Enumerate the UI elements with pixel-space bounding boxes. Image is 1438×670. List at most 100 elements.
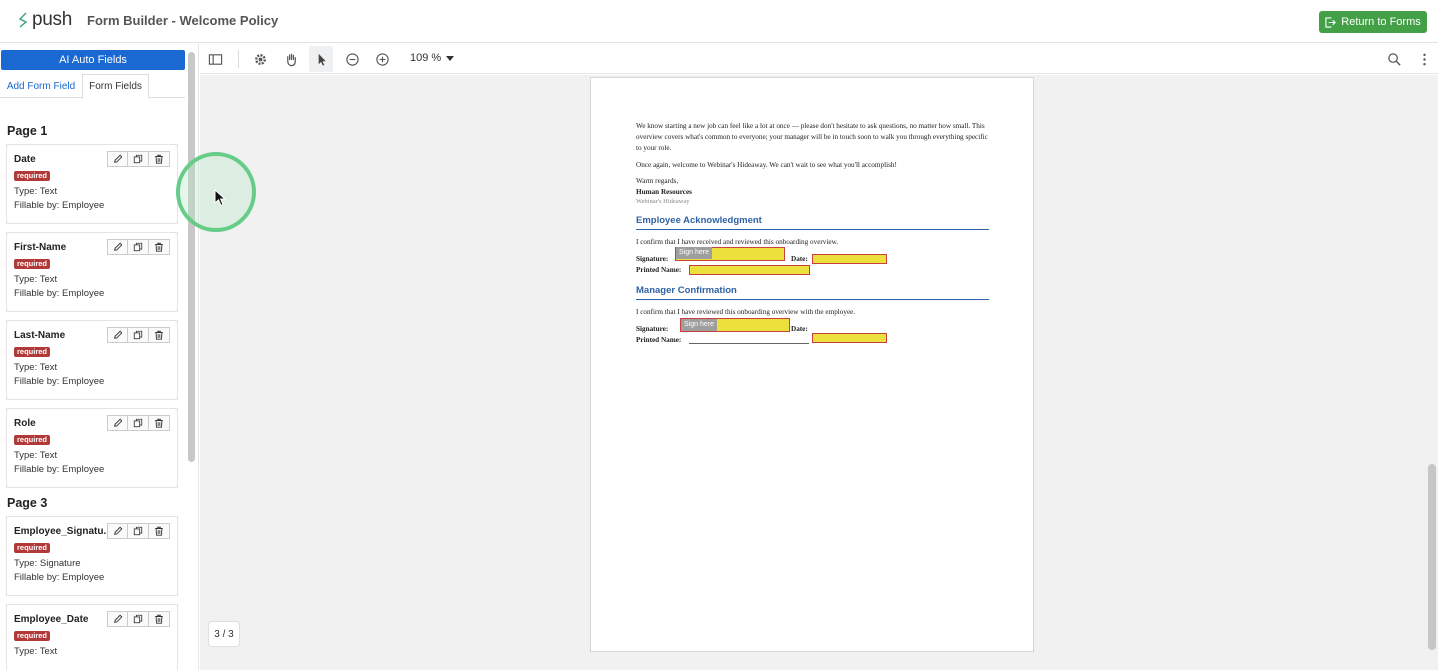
field-fillable-by: Fillable by: Employee [14, 572, 105, 583]
zoom-select[interactable]: 109 % [410, 52, 455, 64]
field-actions [107, 151, 170, 167]
viewer-scrollbar[interactable] [1428, 464, 1436, 650]
signer-text: Human Resources [636, 188, 692, 196]
field-fillable-by: Fillable by: Employee [14, 288, 105, 299]
page-title: Form Builder - Welcome Policy [87, 13, 279, 28]
field-fillable-by: Fillable by: Employee [14, 464, 105, 475]
duplicate-icon[interactable] [128, 327, 149, 343]
company-text: Webinar's Hideaway [636, 198, 690, 205]
field-card[interactable]: Role required Type: Text Fillable by: Emplo… [6, 408, 178, 488]
manager-confirmation-heading: Manager Confirmation [636, 285, 989, 300]
field-fillable-by: Fillable by: Employee [14, 200, 105, 211]
page-heading: Page 3 [7, 496, 48, 510]
required-badge: required [14, 259, 51, 269]
delete-icon[interactable] [149, 415, 170, 431]
edit-icon[interactable] [107, 611, 128, 627]
edit-icon[interactable] [107, 239, 128, 255]
manager-sign-here-tag: Sign here [681, 319, 717, 331]
field-name: Employee_Date [14, 614, 89, 625]
field-fillable-by: Fillable by: Employee [14, 376, 105, 387]
delete-icon[interactable] [149, 523, 170, 539]
delete-icon[interactable] [149, 611, 170, 627]
page-counter: 3 / 3 [208, 621, 240, 647]
sidebar-toggle-icon[interactable] [205, 49, 225, 69]
field-type: Type: Signature [14, 558, 81, 569]
return-to-forms-label: Return to Forms [1341, 16, 1421, 28]
page-heading: Page 1 [7, 124, 48, 138]
delete-icon[interactable] [149, 327, 170, 343]
employee-printed-name-field[interactable] [689, 265, 810, 275]
duplicate-icon[interactable] [128, 523, 149, 539]
mgr-text: I confirm that I have reviewed this onbo… [636, 308, 856, 316]
logo-text: push [32, 9, 73, 30]
manager-printed-name-line [689, 343, 809, 344]
field-type: Type: Text [14, 646, 58, 657]
sign-here-tag: Sign here [676, 247, 712, 259]
manager-date-label: Date: [791, 325, 808, 333]
tab-add-form-field[interactable]: Add Form Field [0, 74, 82, 98]
field-card[interactable]: Last-Name required Type: Text Fillable by: … [6, 320, 178, 400]
hand-icon[interactable] [281, 49, 301, 69]
return-to-forms-button[interactable]: Return to Forms [1319, 11, 1427, 33]
field-actions [107, 611, 170, 627]
field-card[interactable]: Employee_Date required Type: Text [6, 604, 178, 670]
gear-icon[interactable] [250, 49, 270, 69]
field-type: Type: Text [14, 450, 58, 461]
signature-label: Signature: [636, 255, 669, 263]
pointer-icon[interactable] [309, 46, 333, 72]
employee-acknowledgment-heading: Employee Acknowledgment [636, 215, 989, 230]
edit-icon[interactable] [107, 327, 128, 343]
field-card[interactable]: Date required Type: Text Fillable by: Emplo… [6, 144, 178, 224]
search-icon[interactable] [1384, 49, 1404, 69]
manager-printed-name-label: Printed Name: [636, 336, 682, 344]
manager-signature-label: Signature: [636, 325, 669, 333]
zoom-value: 109 % [410, 52, 442, 64]
field-card[interactable]: Employee_Signatu... required Type: Signatu… [6, 516, 178, 596]
required-badge: required [14, 631, 51, 641]
edit-icon[interactable] [107, 523, 128, 539]
field-type: Type: Text [14, 186, 58, 197]
duplicate-icon[interactable] [128, 151, 149, 167]
required-badge: required [14, 435, 51, 445]
toolbar-divider [238, 50, 239, 68]
document-viewer[interactable]: We know starting a new job can feel like… [200, 75, 1438, 670]
duplicate-icon[interactable] [128, 239, 149, 255]
edit-icon[interactable] [107, 415, 128, 431]
document-page: We know starting a new job can feel like… [590, 77, 1034, 652]
push-logo-icon [18, 12, 28, 28]
printed-name-label: Printed Name: [636, 266, 682, 274]
more-vertical-icon[interactable] [1414, 49, 1434, 69]
manager-date-field[interactable] [812, 333, 887, 343]
viewer-toolbar: 109 % [200, 44, 1438, 74]
field-name: Employee_Signatu... [14, 526, 106, 537]
form-fields-sidebar: AI Auto Fields Add Form Field Form Field… [0, 44, 199, 670]
field-name: First-Name [14, 242, 67, 253]
required-badge: required [14, 347, 51, 357]
delete-icon[interactable] [149, 239, 170, 255]
field-name: Date [14, 154, 36, 165]
zoom-in-icon[interactable] [372, 49, 392, 69]
sidebar-scrollbar[interactable] [188, 52, 195, 462]
tab-form-fields[interactable]: Form Fields [82, 74, 149, 99]
field-card[interactable]: First-Name required Type: Text Fillable by:… [6, 232, 178, 312]
header-bar: push Form Builder - Welcome Policy Retur… [0, 0, 1438, 43]
field-type: Type: Text [14, 362, 58, 373]
ai-auto-fields-button[interactable]: AI Auto Fields [1, 50, 185, 70]
delete-icon[interactable] [149, 151, 170, 167]
duplicate-icon[interactable] [128, 415, 149, 431]
field-actions [107, 523, 170, 539]
zoom-out-icon[interactable] [342, 49, 362, 69]
duplicate-icon[interactable] [128, 611, 149, 627]
sidebar-tabs: Add Form Field Form Fields [0, 74, 185, 99]
regards-text: Warm regards, [636, 177, 679, 185]
chevron-down-icon [446, 55, 455, 61]
field-name: Role [14, 418, 36, 429]
required-badge: required [14, 543, 51, 553]
employee-date-field[interactable] [812, 254, 887, 264]
logo: push [17, 9, 72, 31]
mouse-cursor-icon [214, 189, 227, 207]
intro-paragraph: We know starting a new job can feel like… [636, 122, 988, 152]
edit-icon[interactable] [107, 151, 128, 167]
ack-text: I confirm that I have received and revie… [636, 238, 839, 246]
date-label: Date: [791, 255, 808, 263]
